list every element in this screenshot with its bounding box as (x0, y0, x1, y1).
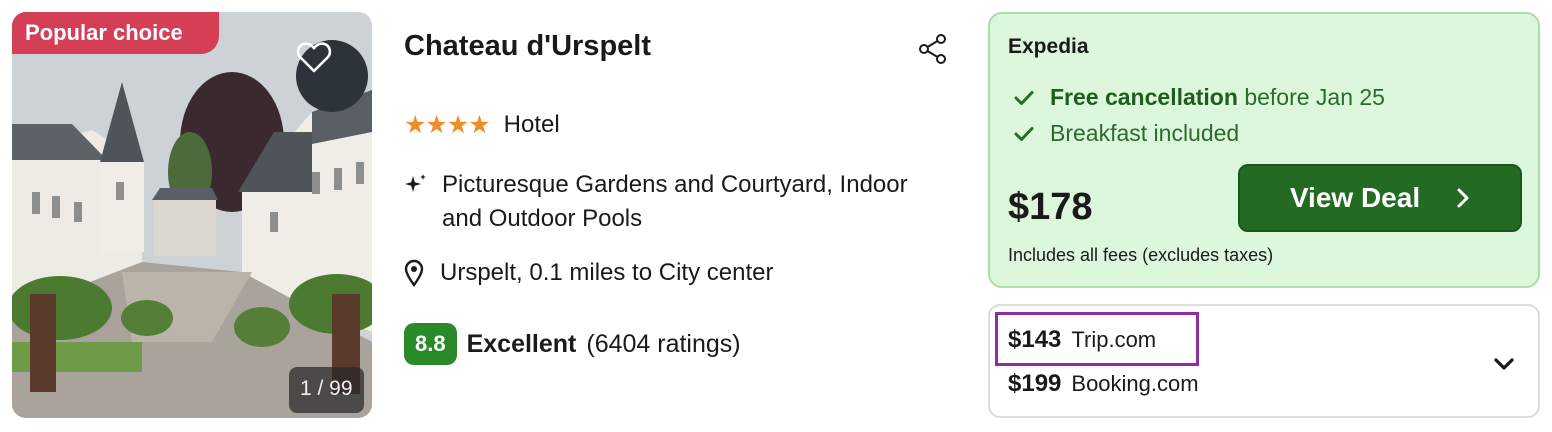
view-deal-label: View Deal (1289, 182, 1421, 213)
offer-site: Booking.com (1071, 371, 1199, 396)
review-summary[interactable]: 8.8 Excellent (6404 ratings) (404, 323, 741, 365)
perk-breakfast: Breakfast included (1014, 120, 1239, 147)
sparkle-icon (405, 174, 426, 192)
review-count: (6404 ratings) (586, 329, 741, 358)
offer-row[interactable]: $143 Trip.com (1008, 326, 1156, 354)
hotel-photo[interactable]: Popular choice 1 / 99 (12, 12, 372, 418)
chevron-right-icon (1457, 188, 1469, 208)
other-offers[interactable]: $143 Trip.com $199 Booking.com (988, 304, 1540, 418)
hotel-name[interactable]: Chateau d'Urspelt (404, 30, 651, 63)
favorite-button[interactable] (296, 40, 368, 112)
offer-row[interactable]: $199 Booking.com (1008, 370, 1199, 398)
location-text: Urspelt, 0.1 miles to City center (440, 259, 774, 286)
deal-price: $178 (1008, 186, 1093, 228)
deal-provider: Expedia (1008, 35, 1089, 58)
popular-choice-badge: Popular choice (12, 12, 219, 54)
rating-line: ★★★★ Hotel (404, 110, 560, 140)
review-score-badge: 8.8 (404, 323, 457, 365)
chevron-down-icon[interactable] (1490, 350, 1518, 378)
checkmark-icon (1014, 126, 1034, 141)
perk-date-text: before Jan 25 (1244, 84, 1385, 110)
location-line: Urspelt, 0.1 miles to City center (404, 259, 773, 287)
share-icon[interactable] (917, 33, 949, 65)
star-rating: ★★★★ (404, 111, 491, 139)
perk-bold-text: Free cancellation (1050, 84, 1238, 110)
amenities-text: Picturesque Gardens and Courtyard, Indoo… (442, 171, 908, 232)
offer-price: $199 (1008, 370, 1062, 397)
property-type: Hotel (503, 111, 560, 138)
heart-icon (296, 42, 332, 73)
location-pin-icon (404, 259, 424, 287)
checkmark-icon (1014, 90, 1034, 105)
hotel-card[interactable]: Popular choice 1 / 99 Chateau d'Urspelt … (0, 0, 1552, 432)
offer-price: $143 (1008, 326, 1062, 353)
review-label: Excellent (466, 329, 577, 358)
view-deal-button[interactable]: View Deal (1238, 164, 1522, 232)
photo-counter: 1 / 99 (289, 367, 364, 413)
perk-breakfast-text: Breakfast included (1050, 120, 1240, 146)
fee-note: Includes all fees (excludes taxes) (1008, 245, 1274, 265)
offer-site: Trip.com (1071, 327, 1157, 352)
perk-free-cancellation: Free cancellation before Jan 25 (1014, 84, 1385, 111)
featured-deal[interactable]: Expedia Free cancellation before Jan 25 … (988, 12, 1540, 288)
amenity-line: Picturesque Gardens and Courtyard, Indoo… (404, 168, 942, 236)
